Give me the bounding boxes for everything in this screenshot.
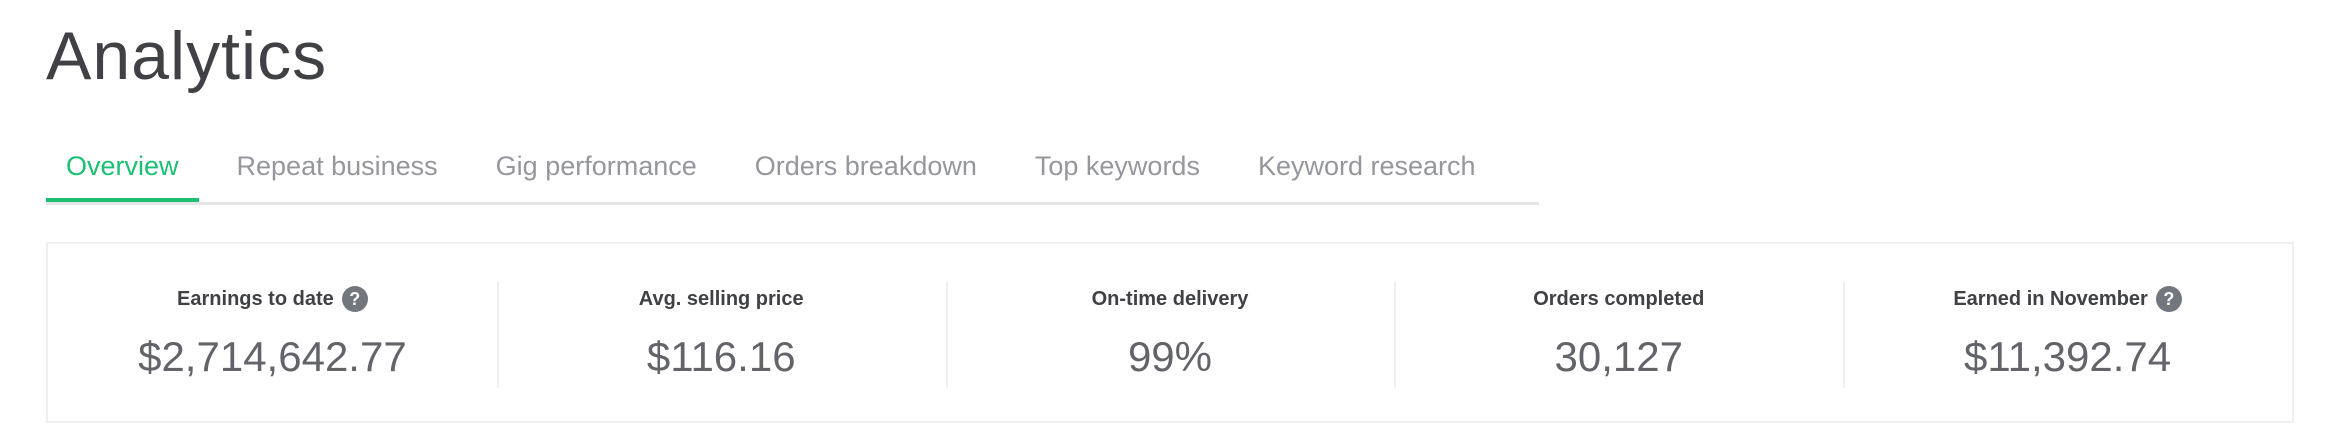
question-icon[interactable]: ? [2155,286,2182,312]
stat-label-row: Earned in November ? [1953,284,2182,314]
question-icon[interactable]: ? [341,286,368,312]
tab-orders-breakdown[interactable]: Orders breakdown [735,140,997,199]
stat-label: Orders completed [1533,287,1705,310]
stat-earned-in-november: Earned in November ? $11,392.74 [1843,244,2292,421]
stat-value: 30,127 [1554,333,1684,380]
stat-value: $11,392.74 [1964,333,2172,380]
stat-earnings-to-date: Earnings to date ? $2,714,642.77 [48,244,497,421]
stat-label-row: On-time delivery [1092,284,1249,314]
stats-card: Earnings to date ? $2,714,642.77 Avg. se… [46,242,2294,423]
page-title: Analytics [46,18,328,94]
tab-top-keywords[interactable]: Top keywords [1015,140,1220,199]
stat-label-row: Avg. selling price [639,284,804,314]
stat-label: Avg. selling price [638,287,804,310]
stat-label: On-time delivery [1091,287,1249,310]
stat-value: 99% [1127,333,1213,380]
stat-on-time-delivery: On-time delivery 99% [945,244,1395,421]
stat-avg-selling-price: Avg. selling price $116.16 [496,244,946,421]
analytics-tabs: Overview Repeat business Gig performance… [46,140,1539,205]
stat-value: $116.16 [646,333,796,380]
stat-label-row: Orders completed [1533,284,1704,314]
stat-value: $2,714,642.77 [138,333,407,380]
tab-repeat-business[interactable]: Repeat business [217,140,458,199]
stat-orders-completed: Orders completed 30,127 [1394,244,1843,421]
stat-label: Earnings to date [177,287,334,310]
tab-gig-performance[interactable]: Gig performance [476,140,717,199]
stat-label: Earned in November [1953,287,2148,310]
tab-overview[interactable]: Overview [46,140,199,202]
tab-keyword-research[interactable]: Keyword research [1238,140,1496,199]
stat-label-row: Earnings to date ? [177,284,368,314]
